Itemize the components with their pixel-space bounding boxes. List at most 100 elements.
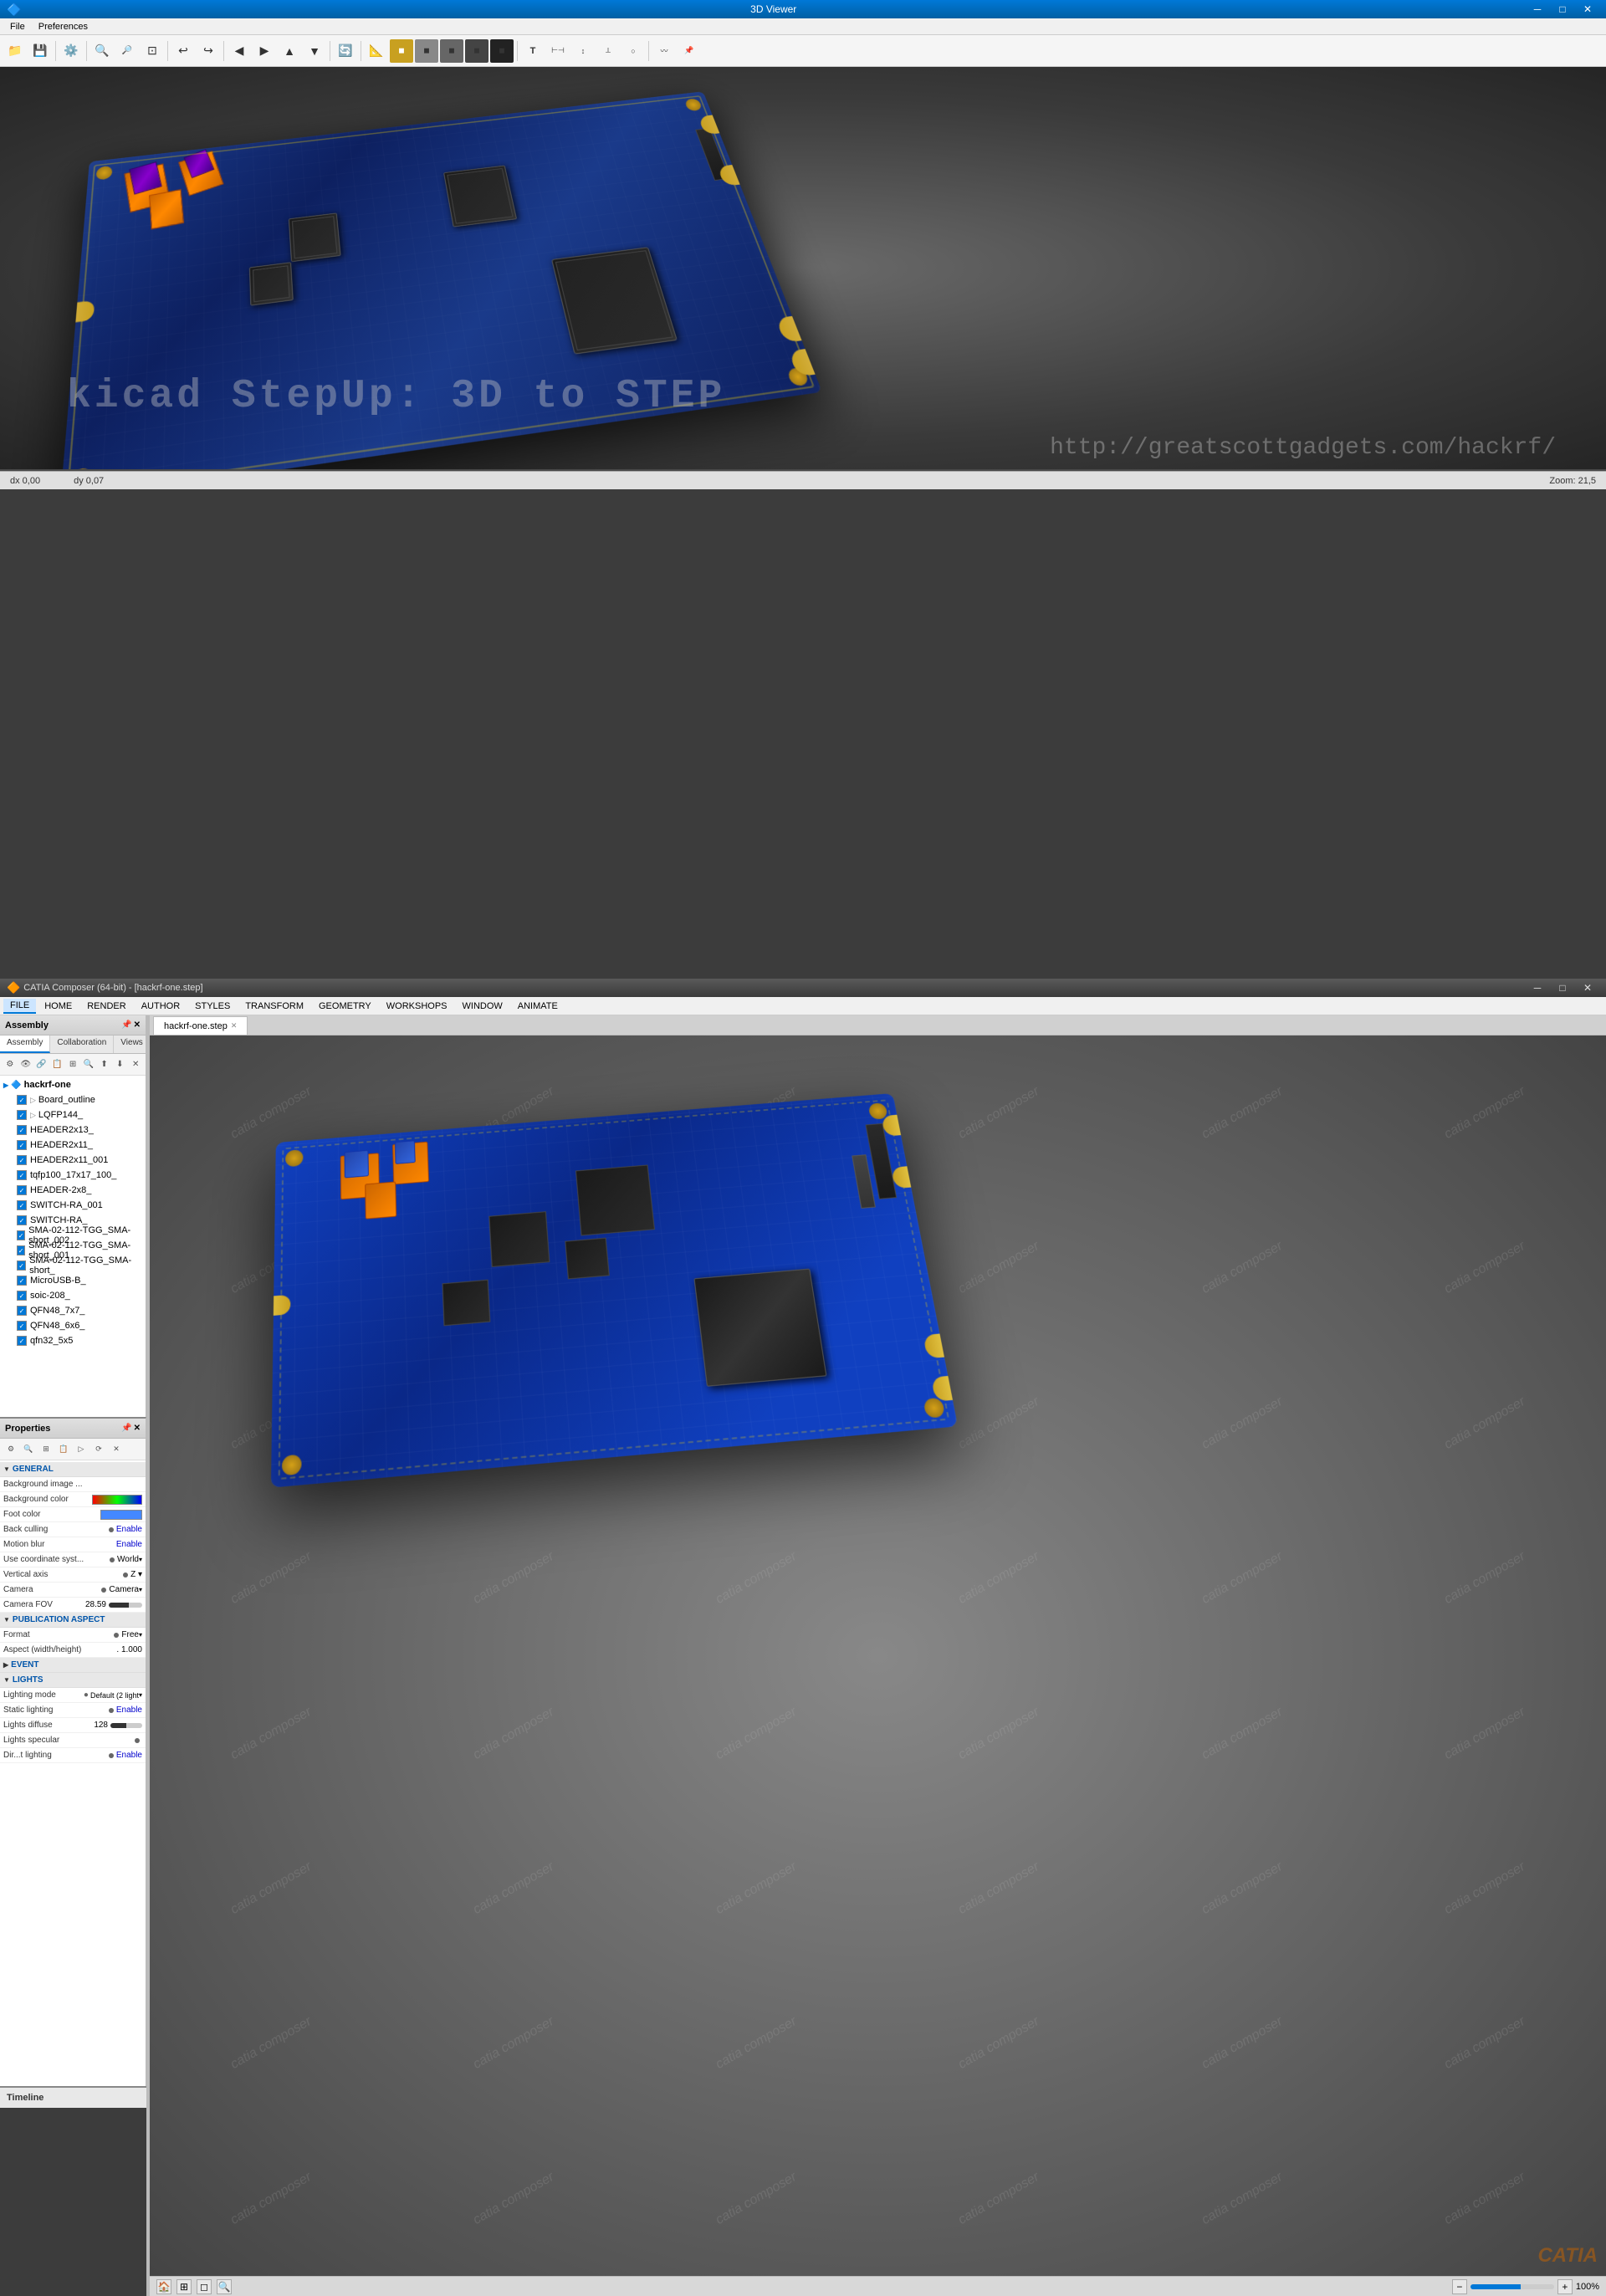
toolbar-dim1[interactable]: ⊢⊣ [546,39,570,63]
menu-window[interactable]: WINDOW [456,1000,509,1013]
prop-row-foot-color[interactable]: Foot color [0,1507,146,1522]
menu-home[interactable]: HOME [38,1000,79,1013]
menu-file[interactable]: File [3,20,32,33]
tree-check-qfn48-7x7[interactable]: ✓ [17,1306,27,1316]
prop-dropdown-camera[interactable]: ▾ [139,1586,142,1593]
tab-collaboration[interactable]: Collaboration [50,1036,114,1053]
viewport-tab-close[interactable]: ✕ [231,1021,238,1030]
camera-fov-slider[interactable] [109,1603,142,1608]
tree-item-header2x11-001[interactable]: ✓ HEADER2x11_001 [0,1153,146,1168]
prop-row-background-image[interactable]: Background image ... [0,1477,146,1492]
tree-item-header2x13[interactable]: ✓ HEADER2x13_ [0,1122,146,1138]
tree-check-qfn32[interactable]: ✓ [17,1336,27,1346]
menu-workshops[interactable]: WORKSHOPS [380,1000,454,1013]
top-3d-viewport[interactable]: kicad StepUp: 3D to STEP http://greatsco… [0,67,1606,469]
tree-item-switch-ra-001[interactable]: ✓ SWITCH-RA_001 [0,1198,146,1213]
prop-tool-2[interactable]: 🔍 [20,1441,37,1458]
lights-diffuse-slider[interactable] [110,1723,142,1728]
prop-dropdown-lighting-mode[interactable]: ▾ [139,1691,142,1699]
prop-row-lights-diffuse[interactable]: Lights diffuse 128 [0,1718,146,1733]
zoom-home-button[interactable]: 🏠 [156,2279,171,2294]
zoom-out-button[interactable]: − [1452,2279,1467,2294]
toolbar-rotate[interactable]: 🔄 [334,39,357,63]
toolbar-box3[interactable]: ◼ [440,39,463,63]
tree-check-header2x11[interactable]: ✓ [17,1140,27,1150]
prop-tool-6[interactable]: ⟳ [90,1441,107,1458]
tree-check-header2x8[interactable]: ✓ [17,1185,27,1195]
tree-item-qfn32[interactable]: ✓ qfn32_5x5 [0,1333,146,1348]
prop-row-camera[interactable]: Camera Camera ▾ [0,1583,146,1598]
tree-check-switch-ra-001[interactable]: ✓ [17,1200,27,1210]
properties-pin-icon[interactable]: 📌 [121,1424,131,1433]
menu-preferences[interactable]: Preferences [32,20,95,33]
assembly-tool-1[interactable]: ⚙ [3,1056,18,1073]
assembly-tool-4[interactable]: 📋 [49,1056,64,1073]
toolbar-down[interactable]: ▼ [303,39,326,63]
prop-tool-3[interactable]: ⊞ [38,1441,54,1458]
prop-section-lights[interactable]: ▼ LIGHTS [0,1673,146,1688]
toolbar-fit[interactable]: ⊡ [141,39,164,63]
tab-views[interactable]: Views [114,1036,146,1053]
tree-item-board-outline[interactable]: ✓ ▷ Board_outline [0,1092,146,1107]
tree-check-header2x11-001[interactable]: ✓ [17,1155,27,1165]
toolbar-pin[interactable]: 📌 [678,39,701,63]
prop-row-dir-lighting[interactable]: Dir...t lighting Enable [0,1748,146,1763]
toolbar-zoom-out[interactable]: 🔎 [115,39,139,63]
tree-item-qfn48-7x7[interactable]: ✓ QFN48_7x7_ [0,1303,146,1318]
toolbar-dim2[interactable]: ↕ [571,39,595,63]
tab-assembly[interactable]: Assembly [0,1036,50,1053]
composer-maximize-button[interactable]: □ [1551,980,1574,995]
tree-check-header2x13[interactable]: ✓ [17,1125,27,1135]
toolbar-box1[interactable]: ◼ [390,39,413,63]
zoom-fit-button[interactable]: ◻ [197,2279,212,2294]
toolbar-undo[interactable]: ↩ [171,39,195,63]
prop-section-general[interactable]: ▼ GENERAL [0,1462,146,1477]
zoom-search-button[interactable]: 🔍 [217,2279,232,2294]
prop-row-aspect[interactable]: Aspect (width/height) . 1.000 [0,1643,146,1658]
zoom-in-button[interactable]: + [1557,2279,1573,2294]
toolbar-settings[interactable]: ⚙️ [59,39,83,63]
tree-item-qfn48-6x6[interactable]: ✓ QFN48_6x6_ [0,1318,146,1333]
menu-geometry[interactable]: GEOMETRY [312,1000,378,1013]
menu-transform[interactable]: TRANSFORM [238,1000,310,1013]
prop-tool-5[interactable]: ▷ [73,1441,90,1458]
assembly-tool-9[interactable]: ✕ [128,1056,143,1073]
prop-tool-7[interactable]: ✕ [108,1441,125,1458]
prop-dropdown-coord-sys[interactable]: ▾ [139,1556,142,1563]
tree-check-soic208[interactable]: ✓ [17,1291,27,1301]
background-color-swatch[interactable] [92,1495,142,1505]
assembly-tool-6[interactable]: 🔍 [81,1056,96,1073]
prop-row-background-color[interactable]: Background color [0,1492,146,1507]
tree-check-sma-002[interactable]: ✓ [17,1230,25,1240]
tree-root[interactable]: ▶ 🔷 hackrf-one [0,1077,146,1092]
foot-color-swatch[interactable] [100,1510,142,1520]
prop-row-coord-sys[interactable]: Use coordinate syst... World ▾ [0,1552,146,1567]
prop-section-event[interactable]: ▶ EVENT [0,1658,146,1673]
tree-check-tqfp100[interactable]: ✓ [17,1170,27,1180]
tree-check-sma-001[interactable]: ✓ [17,1245,25,1255]
tree-item-soic208[interactable]: ✓ soic-208_ [0,1288,146,1303]
menu-render[interactable]: RENDER [80,1000,132,1013]
tree-item-sma[interactable]: ✓ SMA-02-112-TGG_SMA-short_ [0,1258,146,1273]
menu-animate[interactable]: ANIMATE [511,1000,565,1013]
tree-check-sma[interactable]: ✓ [17,1260,26,1271]
tree-check-qfn48-6x6[interactable]: ✓ [17,1321,27,1331]
prop-row-lighting-mode[interactable]: Lighting mode ● Default (2 light ▾ [0,1688,146,1703]
toolbar-left[interactable]: ◀ [228,39,251,63]
toolbar-box4[interactable]: ◼ [465,39,488,63]
tree-check-board-outline[interactable]: ✓ [17,1095,27,1105]
toolbar-dim4[interactable]: ○ [621,39,645,63]
minimize-button[interactable]: ─ [1526,2,1549,17]
zoom-grid-button[interactable]: ⊞ [176,2279,192,2294]
toolbar-text[interactable]: T [521,39,545,63]
prop-row-back-culling[interactable]: Back culling Enable [0,1522,146,1537]
menu-styles[interactable]: STYLES [188,1000,237,1013]
prop-row-lights-specular[interactable]: Lights specular [0,1733,146,1748]
composer-close-button[interactable]: ✕ [1576,980,1599,995]
toolbar-open[interactable]: 📁 [3,39,27,63]
tree-check-microusb[interactable]: ✓ [17,1276,27,1286]
zoom-slider[interactable] [1470,2284,1554,2289]
prop-tool-4[interactable]: 📋 [55,1441,72,1458]
toolbar-right[interactable]: ▶ [253,39,276,63]
prop-row-motion-blur[interactable]: Motion blur Enable [0,1537,146,1552]
